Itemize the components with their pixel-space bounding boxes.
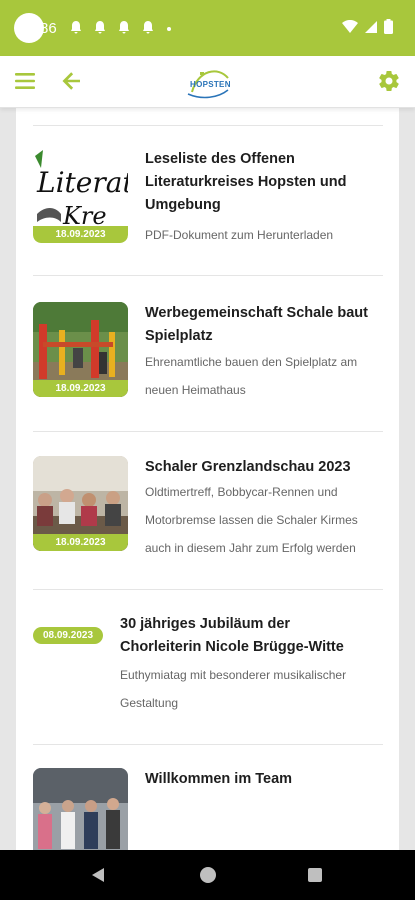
news-card: Literat Kre 18.09.2023 Leseliste des Off…: [16, 108, 399, 850]
news-item[interactable]: 18.09.2023 Schaler Grenzlandschau 2023 O…: [33, 456, 383, 590]
news-item[interactable]: 08.09.2023 30 jähriges Jubiläum der Chor…: [33, 613, 383, 745]
news-title: Leseliste des Offenen Literaturkreises H…: [145, 151, 347, 213]
divider: [33, 275, 383, 276]
news-thumbnail: 18.09.2023: [33, 302, 128, 397]
app-bar: HOPSTEN: [0, 56, 415, 108]
signal-icon: [365, 20, 377, 33]
news-item[interactable]: Literat Kre 18.09.2023 Leseliste des Off…: [33, 148, 383, 276]
divider: [33, 431, 383, 432]
nav-back-icon[interactable]: [90, 867, 106, 888]
news-title: 30 jähriges Jubiläum der Chorleiterin Ni…: [120, 616, 344, 655]
battery-icon: [384, 19, 393, 34]
news-thumbnail: Literat Kre 18.09.2023: [33, 148, 128, 243]
thumb-literat-text: Literat: [36, 166, 128, 199]
divider: [33, 125, 383, 126]
more-notifications-dot: [167, 27, 171, 31]
bell-icon: [94, 20, 106, 34]
news-description: Ehrenamtliche bauen den Spielplatz am ne…: [145, 355, 358, 397]
bell-icon: [70, 20, 82, 34]
bell-icon: [142, 20, 154, 34]
hopsten-logo: HOPSTEN: [184, 64, 232, 102]
status-bar: 86: [0, 0, 415, 56]
status-time: 86: [40, 20, 57, 37]
bell-icon: [118, 20, 130, 34]
news-title: Schaler Grenzlandschau 2023: [145, 459, 351, 475]
news-title: Werbegemeinschaft Schale baut Spielplatz: [145, 305, 368, 344]
date-badge: 18.09.2023: [33, 380, 128, 397]
hamburger-menu-icon[interactable]: [14, 70, 36, 92]
news-item[interactable]: Willkommen im Team: [33, 768, 383, 850]
nav-recents-icon[interactable]: [308, 868, 322, 882]
arrow-left-icon[interactable]: [60, 69, 84, 93]
system-icons: [342, 19, 393, 34]
divider: [33, 589, 383, 590]
news-item[interactable]: 18.09.2023 Werbegemeinschaft Schale baut…: [33, 302, 383, 432]
gear-icon[interactable]: [377, 69, 401, 93]
news-description: Euthymiatag mit besonderer musikalischer…: [120, 668, 347, 710]
news-description: Oldtimertreff, Bobbycar-Rennen und Motor…: [145, 485, 358, 555]
nav-home-icon[interactable]: [200, 867, 216, 883]
system-nav-bar: [0, 850, 415, 900]
news-title: Willkommen im Team: [145, 771, 293, 787]
news-description: PDF-Dokument zum Herunterladen: [145, 228, 334, 242]
date-badge: 18.09.2023: [33, 226, 128, 243]
logo-text: HOPSTEN: [190, 80, 231, 89]
date-badge: 08.09.2023: [33, 627, 103, 644]
divider: [33, 744, 383, 745]
news-list-area[interactable]: Literat Kre 18.09.2023 Leseliste des Off…: [0, 108, 415, 850]
news-thumbnail: [33, 768, 128, 850]
wifi-icon: [342, 19, 358, 33]
news-thumbnail: 18.09.2023: [33, 456, 128, 551]
date-badge: 18.09.2023: [33, 534, 128, 551]
